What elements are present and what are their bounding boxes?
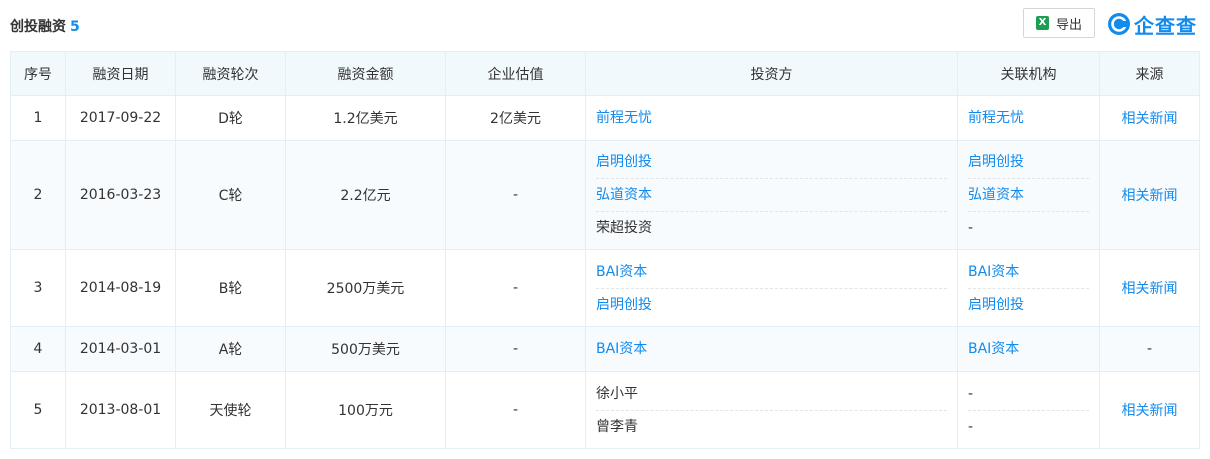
cell-round: C轮 <box>175 140 286 250</box>
related-org-link[interactable]: 启明创投 <box>968 289 1089 321</box>
col-header-round: 融资轮次 <box>175 51 286 96</box>
investor-link[interactable]: 启明创投 <box>596 289 947 321</box>
cell-round: 天使轮 <box>175 371 286 449</box>
news-link[interactable]: 相关新闻 <box>1122 281 1178 297</box>
cell-investors: 前程无忧 <box>585 95 958 141</box>
cell-date: 2017-09-22 <box>65 95 176 141</box>
investor-link[interactable]: 前程无忧 <box>596 102 947 134</box>
investor-name: 荣超投资 <box>596 220 652 236</box>
cell-source: 相关新闻 <box>1099 371 1200 449</box>
related-org-link[interactable]: 前程无忧 <box>968 102 1089 134</box>
cell-valuation: - <box>445 140 586 250</box>
source-empty: - <box>1146 341 1153 357</box>
cell-investors: 启明创投 弘道资本 荣超投资 <box>585 140 958 250</box>
investor-link[interactable]: 弘道资本 <box>596 179 947 212</box>
excel-icon: X <box>1035 16 1049 30</box>
cell-valuation: - <box>445 371 586 449</box>
cell-index: 5 <box>10 371 66 449</box>
section-title: 创投融资 5 <box>10 16 80 36</box>
cell-round: D轮 <box>175 95 286 141</box>
col-header-investors: 投资方 <box>585 51 958 96</box>
cell-related-org: 启明创投 弘道资本 - <box>957 140 1100 250</box>
col-header-valuation: 企业估值 <box>445 51 586 96</box>
section-title-text: 创投融资 <box>10 19 66 35</box>
cell-date: 2013-08-01 <box>65 371 176 449</box>
cell-source: - <box>1099 326 1200 372</box>
cell-related-org: BAI资本 启明创投 <box>957 249 1100 327</box>
table-row: 2 2016-03-23 C轮 2.2亿元 - 启明创投 弘道资本 荣超投资 启… <box>10 140 1200 250</box>
cell-related-org: 前程无忧 <box>957 95 1100 141</box>
cell-valuation: - <box>445 326 586 372</box>
cell-date: 2014-08-19 <box>65 249 176 327</box>
cell-amount: 500万美元 <box>285 326 446 372</box>
cell-source: 相关新闻 <box>1099 140 1200 250</box>
col-header-source: 来源 <box>1099 51 1200 96</box>
col-header-amount: 融资金额 <box>285 51 446 96</box>
cell-investors: BAI资本 启明创投 <box>585 249 958 327</box>
cell-valuation: 2亿美元 <box>445 95 586 141</box>
related-org-link[interactable]: 启明创投 <box>968 146 1089 179</box>
cell-amount: 100万元 <box>285 371 446 449</box>
export-label: 导出 <box>1055 17 1082 33</box>
cell-related-org: - - <box>957 371 1100 449</box>
cell-source: 相关新闻 <box>1099 95 1200 141</box>
news-link[interactable]: 相关新闻 <box>1122 111 1178 127</box>
cell-index: 4 <box>10 326 66 372</box>
cell-index: 3 <box>10 249 66 327</box>
table-row: 4 2014-03-01 A轮 500万美元 - BAI资本 BAI资本 - <box>10 326 1200 372</box>
investor-name: 曾李青 <box>596 418 638 435</box>
export-button[interactable]: X 导出 <box>1023 8 1095 38</box>
cell-round: A轮 <box>175 326 286 372</box>
related-org-link[interactable]: 弘道资本 <box>968 179 1089 212</box>
cell-date: 2014-03-01 <box>65 326 176 372</box>
related-org-empty: - <box>968 418 974 435</box>
cell-investors: BAI资本 <box>585 326 958 372</box>
table-header-row: 序号 融资日期 融资轮次 融资金额 企业估值 投资方 关联机构 来源 <box>10 51 1200 96</box>
investor-name: 徐小平 <box>596 378 947 411</box>
cell-date: 2016-03-23 <box>65 140 176 250</box>
table-row: 1 2017-09-22 D轮 1.2亿美元 2亿美元 前程无忧 前程无忧 相关… <box>10 95 1200 141</box>
brand-name: 企查查 <box>1134 13 1197 38</box>
cell-index: 2 <box>10 140 66 250</box>
col-header-index: 序号 <box>10 51 66 96</box>
section-header: 创投融资 5 X 导出 企查查 <box>0 0 1210 50</box>
related-org-link[interactable]: BAI资本 <box>968 256 1089 289</box>
col-header-related-org: 关联机构 <box>957 51 1100 96</box>
cell-amount: 2500万美元 <box>285 249 446 327</box>
col-header-date: 融资日期 <box>65 51 176 96</box>
related-org-empty: - <box>968 220 974 236</box>
news-link[interactable]: 相关新闻 <box>1122 403 1178 419</box>
table-row: 5 2013-08-01 天使轮 100万元 - 徐小平 曾李青 - - 相关新… <box>10 371 1200 449</box>
cell-related-org: BAI资本 <box>957 326 1100 372</box>
related-org-link[interactable]: BAI资本 <box>968 333 1089 365</box>
related-org-empty: - <box>968 378 1089 411</box>
financing-table: 序号 融资日期 融资轮次 融资金额 企业估值 投资方 关联机构 来源 1 201… <box>10 51 1200 449</box>
cell-valuation: - <box>445 249 586 327</box>
cell-source: 相关新闻 <box>1099 249 1200 327</box>
cell-round: B轮 <box>175 249 286 327</box>
investor-link[interactable]: BAI资本 <box>596 256 947 289</box>
investor-link[interactable]: 启明创投 <box>596 146 947 179</box>
section-count: 5 <box>70 19 80 35</box>
cell-amount: 2.2亿元 <box>285 140 446 250</box>
cell-investors: 徐小平 曾李青 <box>585 371 958 449</box>
cell-index: 1 <box>10 95 66 141</box>
cell-amount: 1.2亿美元 <box>285 95 446 141</box>
qcc-logo-icon <box>1108 13 1130 35</box>
news-link[interactable]: 相关新闻 <box>1122 188 1178 204</box>
table-row: 3 2014-08-19 B轮 2500万美元 - BAI资本 启明创投 BAI… <box>10 249 1200 327</box>
brand-logo: 企查查 <box>1107 10 1197 38</box>
investor-link[interactable]: BAI资本 <box>596 333 947 365</box>
